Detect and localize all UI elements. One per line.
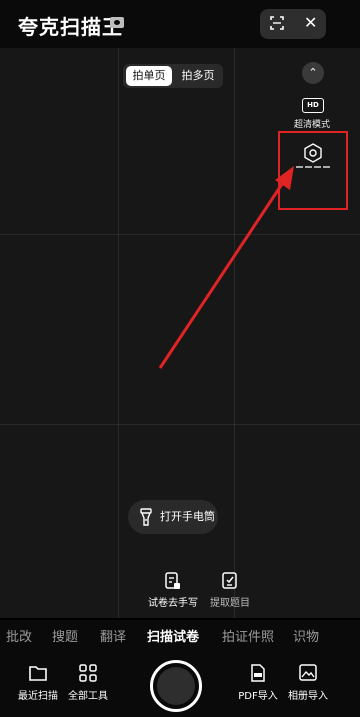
all-tools-button[interactable]: 全部工具	[63, 664, 113, 702]
grid-apps-icon	[79, 664, 97, 682]
pdf-file-icon	[251, 664, 265, 682]
album-import-label: 相册导入	[288, 691, 328, 702]
pdf-import-label: PDF导入	[238, 691, 278, 702]
tool-label: 提取题目	[210, 598, 250, 609]
photo-album-icon	[299, 664, 317, 681]
tool-remove-handwriting[interactable]: 试卷去手写	[141, 572, 205, 609]
flashlight-label: 打开手电筒	[160, 510, 215, 523]
tab-identify-object[interactable]: 识物	[293, 626, 319, 645]
tab-search-question[interactable]: 搜题	[52, 626, 78, 645]
tab-translate[interactable]: 翻译	[100, 626, 126, 645]
extract-question-icon	[222, 572, 237, 589]
tool-extract-question[interactable]: 提取题目	[198, 572, 262, 609]
tab-id-photo[interactable]: 拍证件照	[222, 626, 274, 645]
shutter-core[interactable]	[157, 667, 195, 705]
tool-label: 试卷去手写	[148, 598, 198, 609]
pdf-import-button[interactable]: PDF导入	[233, 664, 283, 702]
flashlight-icon	[140, 508, 152, 526]
mode-tab-bar: 批改 搜题 翻译 扫描试卷 拍证件照 识物	[0, 620, 360, 650]
recent-scans-label: 最近扫描	[18, 691, 58, 702]
folder-icon	[29, 666, 47, 681]
recent-scans-button[interactable]: 最近扫描	[13, 664, 63, 702]
tab-scan-paper[interactable]: 扫描试卷	[147, 626, 199, 645]
annotation-arrow	[158, 166, 294, 369]
paper-erase-icon	[165, 572, 180, 589]
tab-grading[interactable]: 批改	[6, 626, 32, 645]
all-tools-label: 全部工具	[68, 691, 108, 702]
album-import-button[interactable]: 相册导入	[283, 664, 333, 702]
